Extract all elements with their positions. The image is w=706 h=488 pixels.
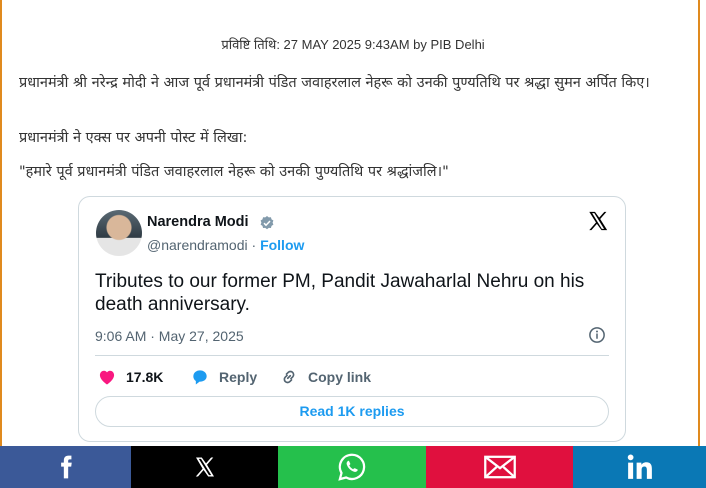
body-paragraph-1: प्रधानमंत्री श्री नरेन्द्र मोदी ने आज पू… <box>19 75 650 91</box>
tweet-text: Tributes to our former PM, Pandit Jawaha… <box>95 271 585 315</box>
handle-separator: · <box>251 237 257 253</box>
like-count: 17.8K <box>126 369 164 385</box>
author-handle[interactable]: @narendramodi <box>147 237 248 253</box>
handle-row: @narendramodi · Follow <box>147 237 304 253</box>
reply-label: Reply <box>219 369 258 385</box>
whatsapp-icon <box>338 453 366 481</box>
like-button[interactable]: 17.8K <box>97 367 163 387</box>
read-replies-button[interactable]: Read 1K replies <box>95 396 609 427</box>
copy-link-label: Copy link <box>308 369 372 385</box>
share-mail-button[interactable] <box>426 446 573 488</box>
share-x-button[interactable] <box>131 446 278 488</box>
mail-icon <box>483 455 516 479</box>
facebook-icon <box>60 455 72 479</box>
linkedin-icon <box>627 454 652 479</box>
reply-bubble-icon <box>193 370 207 385</box>
x-logo-icon[interactable] <box>587 210 609 232</box>
follow-link[interactable]: Follow <box>260 237 304 253</box>
body-paragraph-2: प्रधानमंत्री ने एक्स पर अपनी पोस्ट में ल… <box>19 130 248 146</box>
link-icon <box>283 370 295 384</box>
tweet-timestamp[interactable]: 9:06 AM · May 27, 2025 <box>95 328 244 344</box>
x-icon <box>195 457 214 477</box>
body-paragraph-quote: "हमारे पूर्व प्रधानमंत्री पंडित जवाहरलाल… <box>19 164 449 180</box>
share-bar <box>0 446 706 488</box>
share-linkedin-button[interactable] <box>573 446 706 488</box>
embedded-tweet[interactable]: Narendra Modi @narendramodi · Follow Tri… <box>78 196 626 442</box>
copy-link-button[interactable]: Copy link <box>279 367 371 387</box>
avatar[interactable] <box>96 210 142 256</box>
share-facebook-button[interactable] <box>0 446 131 488</box>
heart-icon <box>99 370 115 385</box>
tweet-divider <box>95 355 609 356</box>
verified-badge-icon <box>260 216 274 230</box>
author-name[interactable]: Narendra Modi <box>147 214 249 230</box>
reply-button[interactable]: Reply <box>190 367 257 387</box>
share-whatsapp-button[interactable] <box>278 446 426 488</box>
release-meta: प्रविष्टि तिथि: 27 MAY 2025 9:43AM by PI… <box>221 37 485 52</box>
info-icon[interactable] <box>588 326 606 344</box>
